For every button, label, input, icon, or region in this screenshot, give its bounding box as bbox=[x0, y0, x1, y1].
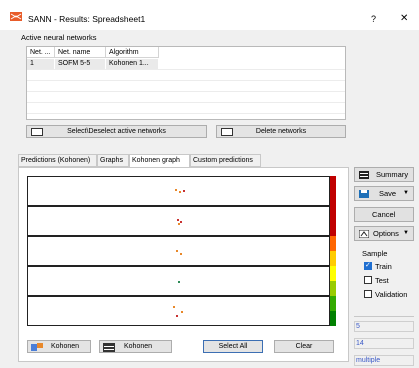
list-gridline bbox=[27, 113, 345, 114]
data-point bbox=[177, 219, 179, 221]
train-checkbox[interactable] bbox=[364, 261, 372, 270]
cancel-button[interactable]: Cancel bbox=[354, 207, 414, 222]
save-dropdown-icon[interactable]: ▼ bbox=[403, 190, 409, 196]
network-grid-icon bbox=[31, 128, 43, 136]
list-gridline bbox=[27, 91, 345, 92]
kohonen-map-icon bbox=[31, 343, 43, 351]
select-deselect-networks-button[interactable]: Select\Deselect active networks bbox=[26, 125, 207, 138]
list-gridline bbox=[27, 80, 345, 81]
active-networks-label: Active neural networks bbox=[21, 33, 97, 42]
tab-custom-predictions[interactable]: Custom predictions bbox=[190, 154, 261, 167]
options-dropdown-icon[interactable]: ▼ bbox=[403, 230, 409, 236]
validation-label: Validation bbox=[375, 290, 408, 299]
data-point bbox=[180, 253, 182, 255]
graph-band bbox=[27, 296, 330, 326]
select-all-button[interactable]: Select All bbox=[203, 340, 263, 353]
network-grid-icon bbox=[221, 128, 233, 136]
kohonen-graph[interactable] bbox=[27, 176, 336, 326]
data-point bbox=[173, 306, 175, 308]
summary-button[interactable]: Summary bbox=[354, 167, 414, 182]
list-gridline bbox=[27, 69, 345, 70]
network-row-name[interactable]: SOFM 5-5 bbox=[55, 59, 106, 69]
delete-networks-label: Delete networks bbox=[255, 128, 307, 135]
data-point bbox=[179, 191, 181, 193]
clear-button[interactable]: Clear bbox=[274, 340, 334, 353]
column-header-net-name[interactable]: Net. name bbox=[55, 47, 106, 58]
title-bar: SANN - Results: Spreadsheet1 ? ✕ bbox=[0, 0, 419, 30]
networks-list[interactable]: Net. ... Net. name Algorithm 1 SOFM 5-5 … bbox=[26, 46, 346, 120]
save-disk-icon bbox=[359, 190, 369, 198]
info-field-1: 5 bbox=[354, 321, 414, 332]
network-row-algorithm[interactable]: Kohonen 1... bbox=[106, 59, 159, 69]
network-row-id[interactable]: 1 bbox=[27, 59, 55, 69]
data-point bbox=[176, 250, 178, 252]
help-button[interactable]: ? bbox=[371, 14, 376, 24]
list-gridline bbox=[27, 102, 345, 103]
kohonen-button-2[interactable]: Kohonen bbox=[99, 340, 172, 353]
delete-networks-button[interactable]: Delete networks bbox=[216, 125, 346, 138]
select-all-label: Select All bbox=[218, 343, 248, 350]
close-button[interactable]: ✕ bbox=[400, 13, 408, 24]
tab-graphs[interactable]: Graphs bbox=[97, 154, 129, 167]
validation-checkbox[interactable] bbox=[364, 290, 372, 298]
clear-label: Clear bbox=[295, 343, 313, 350]
summary-label: Summary bbox=[376, 170, 409, 179]
select-deselect-label: Select\Deselect active networks bbox=[67, 128, 166, 135]
test-checkbox[interactable] bbox=[364, 276, 372, 284]
tab-kohonen-graph[interactable]: Kohonen graph bbox=[129, 154, 190, 168]
sann-app-icon bbox=[10, 12, 22, 21]
summary-table-icon bbox=[359, 171, 369, 179]
options-label: Options bbox=[373, 229, 399, 238]
data-point bbox=[181, 311, 183, 313]
data-point bbox=[178, 281, 180, 283]
graph-band bbox=[27, 266, 330, 296]
save-label: Save bbox=[379, 189, 397, 198]
side-divider bbox=[354, 316, 414, 317]
kohonen-button-1[interactable]: Kohonen bbox=[27, 340, 91, 353]
options-icon bbox=[359, 230, 369, 238]
window-title: SANN - Results: Spreadsheet1 bbox=[28, 14, 146, 24]
save-button[interactable]: Save ▼ bbox=[354, 186, 414, 201]
kohonen-graph-panel: Kohonen Kohonen Select All Clear bbox=[18, 167, 349, 362]
options-button[interactable]: Options ▼ bbox=[354, 226, 414, 241]
info-field-2: 14 bbox=[354, 338, 414, 349]
cancel-label: Cancel bbox=[372, 210, 396, 219]
column-header-algorithm[interactable]: Algorithm bbox=[106, 47, 159, 58]
data-point bbox=[175, 189, 177, 191]
color-scale-bar bbox=[330, 176, 336, 326]
data-point bbox=[183, 190, 185, 192]
data-point bbox=[178, 223, 180, 225]
data-point bbox=[180, 221, 182, 223]
tab-predictions-kohonen[interactable]: Predictions (Kohonen) bbox=[18, 154, 97, 167]
train-label: Train bbox=[375, 262, 392, 271]
graph-band bbox=[27, 236, 330, 266]
test-label: Test bbox=[375, 276, 389, 285]
graph-band bbox=[27, 176, 330, 206]
graph-band bbox=[27, 206, 330, 236]
sample-label: Sample bbox=[362, 249, 388, 258]
data-point bbox=[176, 315, 178, 317]
info-field-3: multiple bbox=[354, 355, 414, 366]
column-header-net-id[interactable]: Net. ... bbox=[27, 47, 55, 58]
spreadsheet-icon bbox=[103, 343, 115, 352]
